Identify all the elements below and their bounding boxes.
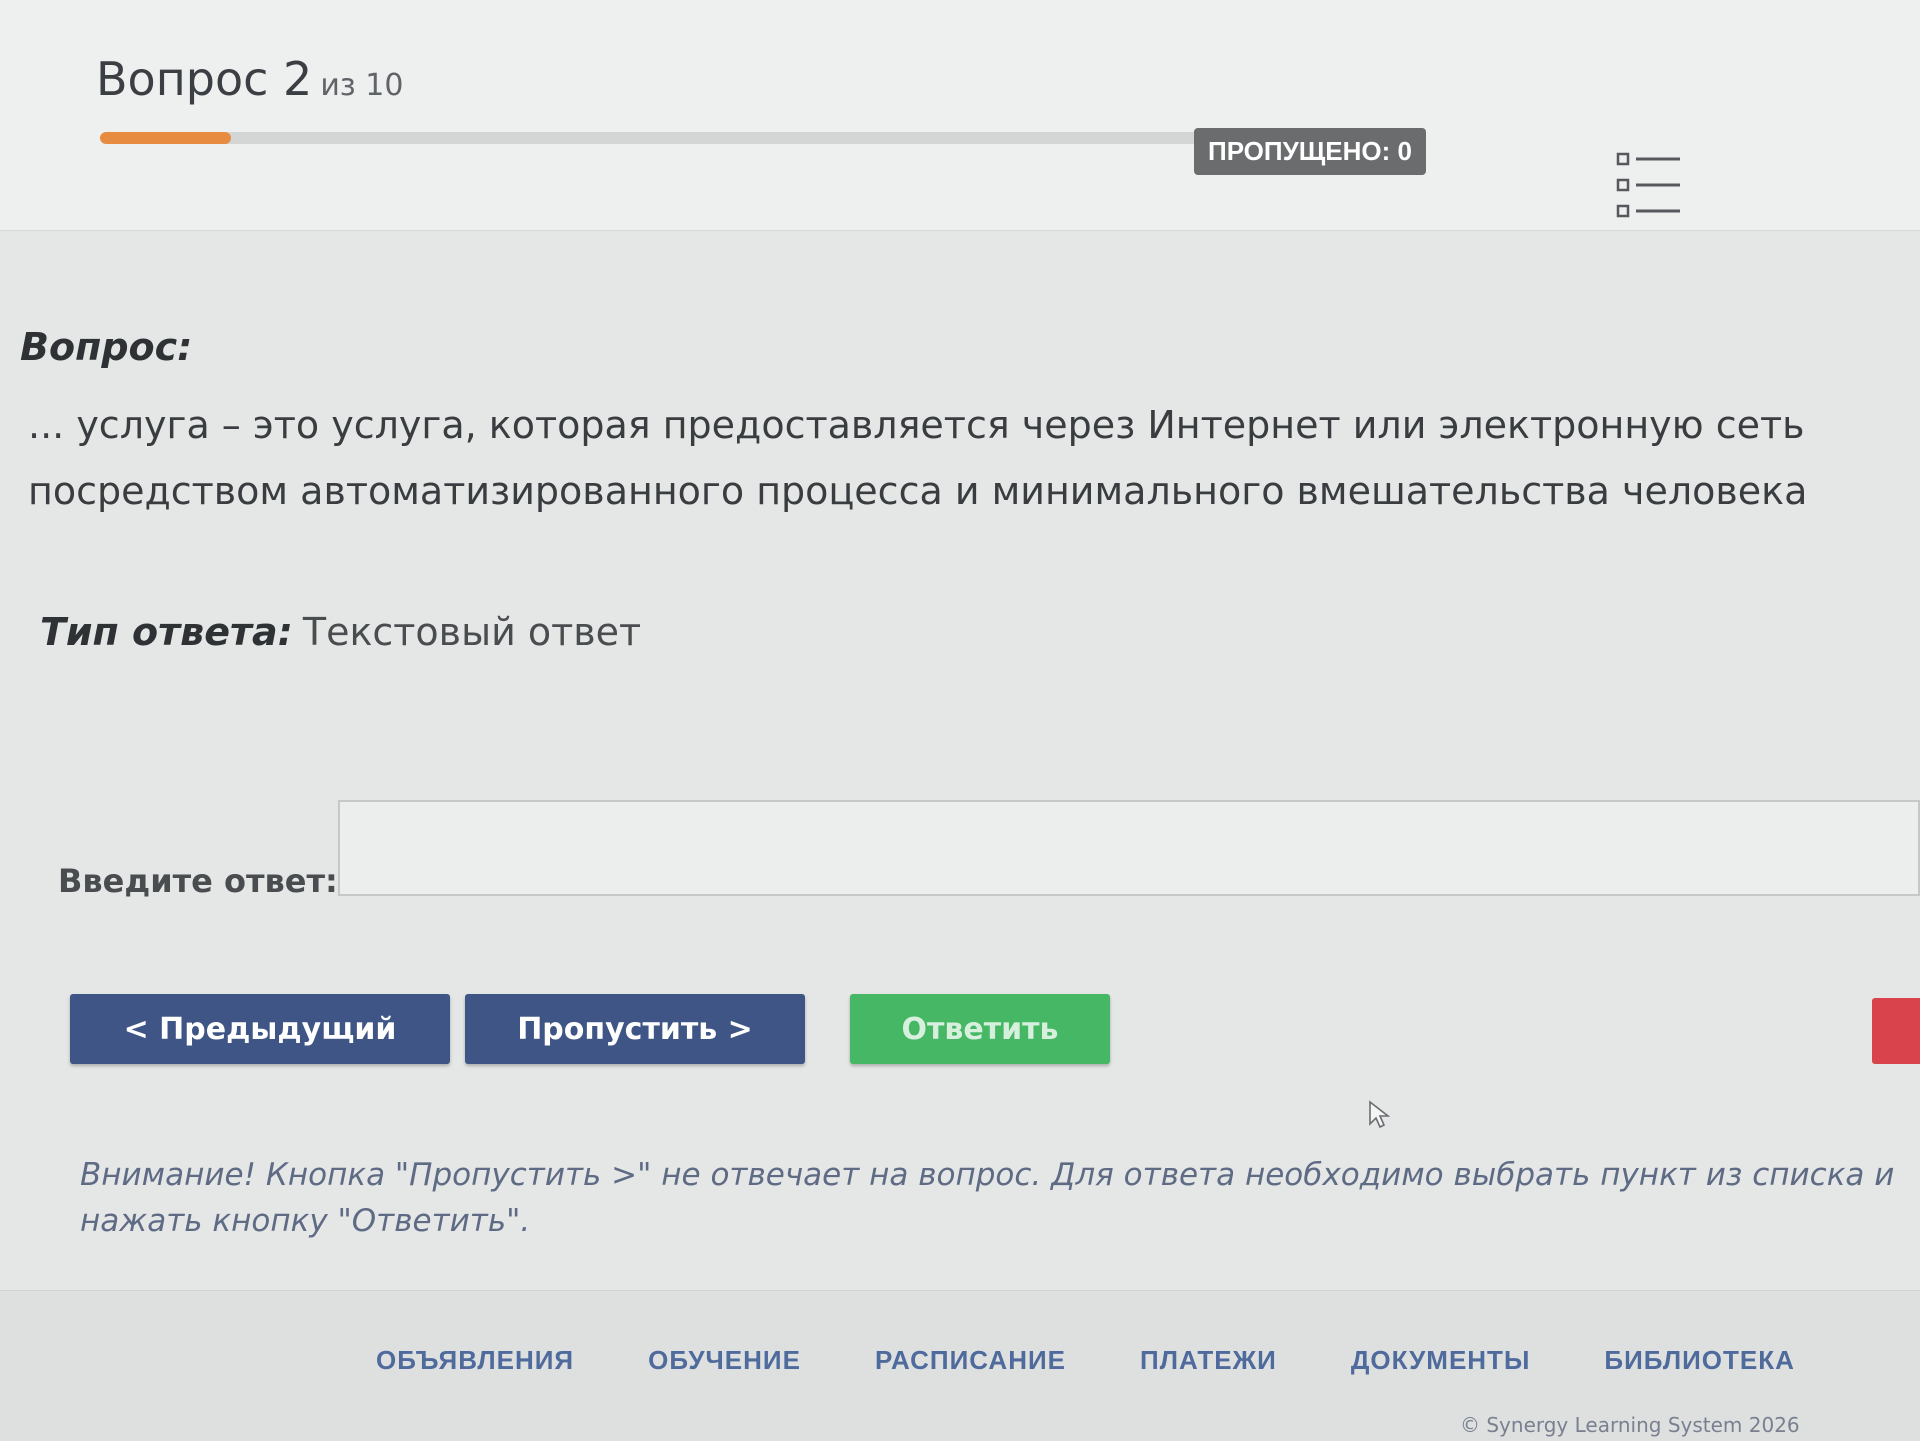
answer-input[interactable] [338,800,1920,896]
footer-link-library[interactable]: БИБЛИОТЕКА [1604,1345,1794,1376]
question-number: Вопрос 2 [96,52,313,106]
answer-type-row: Тип ответа: Текстовый ответ [40,610,641,654]
footer-link-learning[interactable]: ОБУЧЕНИЕ [648,1345,801,1376]
mouse-cursor-icon [1368,1100,1392,1130]
skipped-count-badge: ПРОПУЩЕНО: 0 [1194,128,1426,175]
finish-test-button[interactable] [1872,998,1920,1064]
progress-bar-fill [100,132,231,144]
question-total: из 10 [320,68,404,103]
question-list-icon[interactable] [1612,150,1686,220]
question-heading: Вопрос: [20,325,193,369]
answer-button[interactable]: Ответить [850,994,1110,1064]
footer-link-announcements[interactable]: ОБЪЯВЛЕНИЯ [376,1345,574,1376]
copyright: © Synergy Learning System 2026 [1460,1413,1800,1437]
skip-warning-notice: Внимание! Кнопка "Пропустить >" не отвеч… [80,1157,1895,1239]
footer-link-schedule[interactable]: РАСПИСАНИЕ [875,1345,1066,1376]
footer-link-documents[interactable]: ДОКУМЕНТЫ [1351,1345,1531,1376]
answer-type-value: Текстовый ответ [302,610,642,654]
previous-button[interactable]: < Предыдущий [70,994,450,1064]
footer-link-payments[interactable]: ПЛАТЕЖИ [1140,1345,1277,1376]
question-text: ... услуга – это услуга, которая предост… [28,403,1808,513]
question-counter: Вопрос 2 из 10 [96,52,403,106]
answer-type-label: Тип ответа: [40,610,293,654]
footer: ОБЪЯВЛЕНИЯ ОБУЧЕНИЕ РАСПИСАНИЕ ПЛАТЕЖИ Д… [0,1290,1920,1441]
skip-button[interactable]: Пропустить > [465,994,805,1064]
footer-nav: ОБЪЯВЛЕНИЯ ОБУЧЕНИЕ РАСПИСАНИЕ ПЛАТЕЖИ Д… [376,1345,1795,1376]
answer-label: Введите ответ: [58,862,338,900]
quiz-header: Вопрос 2 из 10 ПРОПУЩЕНО: 0 [0,0,1920,231]
